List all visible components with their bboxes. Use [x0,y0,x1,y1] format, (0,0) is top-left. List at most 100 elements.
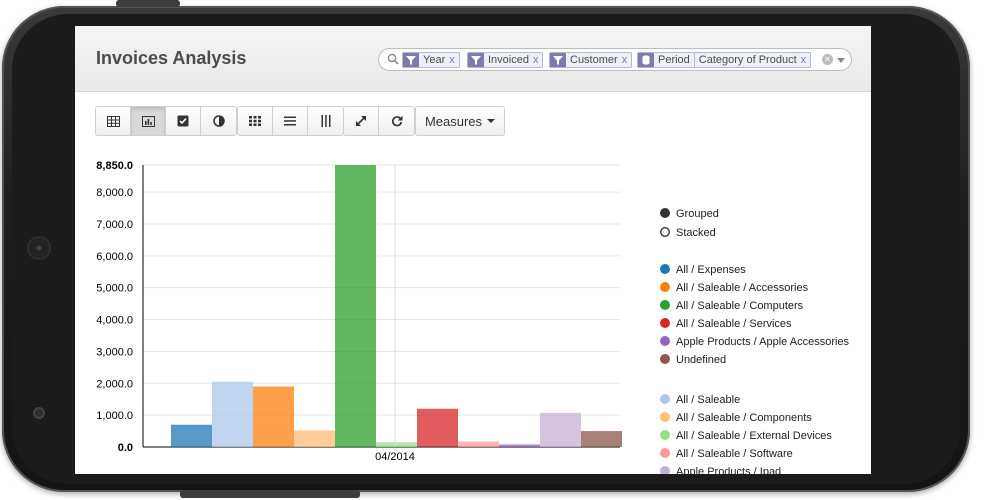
x-tick-label: 04/2014 [375,451,415,463]
y-tick-label: 7,000.0 [96,219,133,231]
y-tick-label: 3,000.0 [96,346,133,358]
legend-item: All / Saleable / External Devices [660,430,832,442]
facet-label: Invoiced [488,54,529,66]
radio-selected-icon [660,208,671,219]
filter-icon [403,53,419,67]
legend-label: All / Expenses [676,264,746,276]
facet-remove-button[interactable]: x [622,54,628,66]
clear-search-icon[interactable]: ✕ [822,54,833,65]
legend-item: Apple Products / Apple Accessories [660,336,850,348]
legend-label: All / Saleable [676,394,740,406]
list-icon [284,116,296,126]
bar-apple-products-apple-accessories [499,444,540,447]
page-title: Invoices Analysis [96,48,247,68]
y-tick-label: 0.0 [118,442,133,454]
grid-layout-button[interactable] [238,107,273,135]
search-bar[interactable]: Year x Invoiced x Customer x Period Cate… [378,48,852,71]
y-tick-label: 2,000.0 [96,378,133,390]
facet-remove-button[interactable]: x [533,54,539,66]
legend-item: All / Saleable / Software [660,448,793,460]
y-tick-label: 4,000.0 [96,315,133,327]
legend-label: All / Saleable / Components [676,412,812,424]
legend-item: All / Saleable / Computers [660,300,804,312]
legend-item: All / Expenses [660,264,746,276]
camera-lens [33,407,45,419]
legend-label: Undefined [676,354,726,366]
facet-remove-button[interactable]: x [801,54,807,66]
radio-empty-icon [660,226,671,237]
measures-label: Measures [424,113,483,129]
facet-divider [693,53,695,67]
rows-layout-button[interactable] [273,107,308,135]
bar-all-saleable-computers [335,165,376,447]
bar-all-expenses [171,424,212,447]
legend-item: All / Saleable / Accessories [660,282,809,294]
speaker-grille [27,236,51,260]
bar-all-saleable-external-devices [376,442,417,447]
facet-customer[interactable]: Customer x [549,52,633,68]
facet-groupby[interactable]: Period Category of Product x [637,52,812,68]
actions-group [343,106,415,136]
filter-icon [468,53,484,67]
legend-swatch [660,466,670,474]
legend-item: All / Saleable / Components [660,412,812,424]
filter-icon [550,53,566,67]
refresh-icon [391,115,402,127]
expand-button[interactable] [344,107,379,135]
check-square-icon [177,115,189,127]
bar-undefined [581,431,622,447]
invoice-bar-chart: 0.0 1,000.0 2,000.0 3,000.0 4,000.0 5,000.0 6,… [96,160,850,474]
database-icon [638,53,654,67]
bar-apple-products-ipad [540,412,581,447]
table-view-button[interactable] [96,107,131,135]
legend-item: All / Saleable / Services [660,318,792,330]
legend-swatch [660,300,670,310]
volume-button [180,490,360,498]
bar-all-saleable-accessories [253,386,294,447]
app-screen: Invoices Analysis Year x Invoiced x Cust… [75,26,871,474]
legend-item: Apple Products / Ipad [660,466,781,474]
refresh-button[interactable] [379,107,414,135]
facet-year[interactable]: Year x [402,52,460,68]
y-tick-label: 8,850.0 [96,160,133,172]
legend-swatch [660,264,670,274]
legend-label: All / Saleable / Services [676,318,792,330]
legend-swatch [660,430,670,440]
legend-label: All / Saleable / Accessories [676,282,809,294]
layout-group [237,106,344,136]
bar-all-saleable-services [417,408,458,447]
y-tick-label: 6,000.0 [96,251,133,263]
legend-label: All / Saleable / Computers [676,300,804,312]
search-icon [387,53,399,65]
caret-down-icon [487,119,496,123]
view-mode-group [95,106,237,136]
facet-label: Year [423,54,446,66]
chart-view-button[interactable] [131,107,166,135]
legend-mode-stacked: Stacked [660,226,716,239]
legend-label: Apple Products / Apple Accessories [676,336,850,348]
expand-icon [356,116,366,126]
legend-mode-label: Grouped [676,208,719,220]
legend-swatch [660,336,670,346]
legend-swatch [660,318,670,328]
measures-dropdown-button[interactable]: Measures [415,106,505,136]
facet-value: Category of Product [698,54,797,66]
legend-swatch [660,282,670,292]
pie-view-button[interactable] [201,107,236,135]
page-header: Invoices Analysis Year x Invoiced x Cust… [75,26,871,92]
legend-label: All / Saleable / External Devices [676,430,832,442]
legend-item: Undefined [660,354,726,366]
checkbox-view-button[interactable] [166,107,201,135]
facet-label: Customer [570,54,618,66]
y-tick-label: 8,000.0 [96,187,133,199]
search-options-caret-icon[interactable] [837,58,845,63]
facet-remove-button[interactable]: x [449,54,455,66]
columns-layout-button[interactable] [308,107,343,135]
bar-all-saleable [212,381,253,447]
bar-all-saleable-software [458,441,499,447]
bar-all-saleable-components [294,430,335,447]
columns-icon [321,115,330,127]
facet-invoiced[interactable]: Invoiced x [467,52,544,68]
legend-label: Apple Products / Ipad [676,466,781,474]
power-button [116,0,180,7]
